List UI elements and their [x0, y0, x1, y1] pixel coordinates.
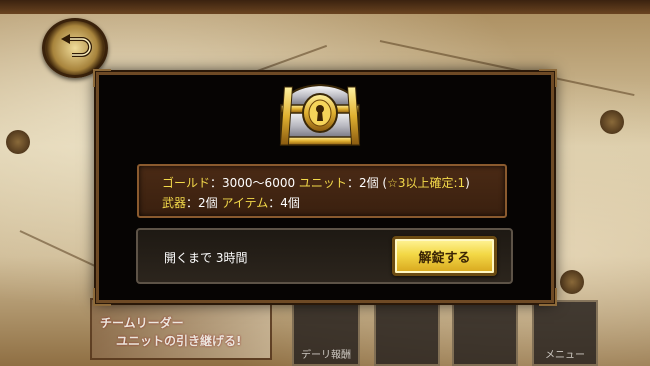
frame-corner [93, 69, 111, 87]
unlock-button[interactable]: 解錠する [392, 236, 497, 276]
frame-corner [539, 69, 557, 87]
unit-label: ユニット [298, 176, 347, 190]
unit-value: ：2個 ( [346, 176, 388, 190]
weapon-label: 武器 [162, 196, 187, 210]
reward-line-1: ゴールド：3000〜6000 ユニット：2個 (☆3以上確定:1) [162, 174, 470, 191]
time-until-open-text: 開くまで 3時間 [164, 251, 248, 265]
menu-card [374, 300, 440, 366]
frame-corner [539, 288, 557, 306]
leader-banner-line1: チームリーダー [100, 316, 184, 330]
gold-value: ：3000〜6000 [210, 176, 299, 190]
gold-label: ゴールド [162, 176, 211, 190]
menu-card-label: メニュー [545, 350, 585, 361]
frame-corner [93, 288, 111, 306]
map-node [600, 110, 624, 134]
map-node [6, 130, 30, 154]
weapon-value: ：2個 [186, 196, 222, 210]
reward-contents-banner: ゴールド：3000〜6000 ユニット：2個 (☆3以上確定:1) 武器：2個 … [137, 164, 507, 218]
menu-card [452, 300, 518, 366]
menu-card: デーリ報酬 [292, 300, 360, 366]
menu-card: メニュー [532, 300, 598, 366]
item-value: ：4個 [268, 196, 300, 210]
reward-line-2: 武器：2個 アイテム：4個 [162, 194, 300, 211]
map-node [560, 270, 584, 294]
leader-banner: チームリーダー ユニットの引き継げる! [90, 298, 272, 360]
treasure-chest-icon [279, 83, 361, 146]
unit-guarantee-note: ☆3以上確定:1 [387, 176, 466, 190]
item-label: アイテム [221, 196, 269, 210]
unit-note-close: ) [465, 176, 470, 190]
unlock-button-label: 解錠する [418, 250, 471, 266]
back-arrow-icon [61, 34, 92, 57]
leader-banner-line2: ユニットの引き継げる! [116, 334, 242, 348]
menu-card-label: デーリ報酬 [301, 350, 351, 361]
top-frame [0, 0, 650, 14]
